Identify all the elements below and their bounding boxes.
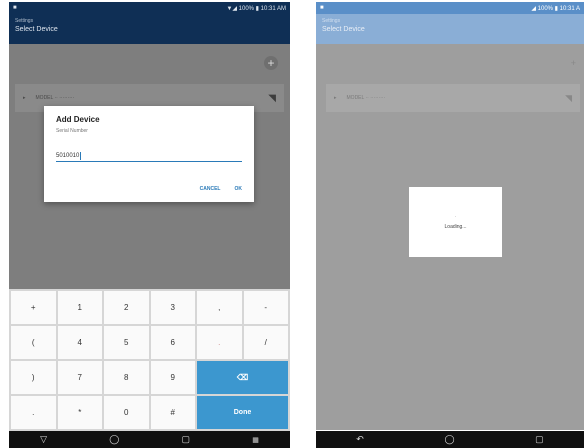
key-7[interactable]: 7 [57,361,102,394]
key-5[interactable]: 5 [104,326,149,359]
dialog-title: Add Device [56,115,100,124]
expand-icon: ▸ [334,95,337,101]
key-9[interactable]: 9 [150,361,195,394]
add-device-screen: ■ ▼◢ 100% ▮ 10:31 AM Settings Select Dev… [9,2,290,448]
key-period[interactable]: . [197,326,242,359]
serial-number-input[interactable]: 5010010 [56,150,242,162]
key-6[interactable]: 6 [150,326,195,359]
recents-icon[interactable]: ▢ [535,434,544,445]
key-open-paren[interactable]: ( [11,326,56,359]
loading-text: Loading... [444,224,467,230]
key-close-paren[interactable]: ) [11,361,56,394]
add-icon[interactable]: + [264,56,278,70]
back-icon[interactable]: ▽ [40,434,47,445]
key-2[interactable]: 2 [104,291,149,324]
serial-number-label: Serial Number [56,128,88,134]
spinner-icon: · [454,214,457,220]
cancel-button[interactable]: CANCEL [200,186,221,192]
app-bar-subtitle: Settings [15,18,34,24]
key-asterisk[interactable]: * [57,396,102,429]
wifi-icon: ◥ [565,92,572,103]
expand-icon: ▸ [23,95,26,101]
serial-number-value: 5010010 [56,152,80,159]
key-plus[interactable]: + [11,291,56,324]
status-text: ▼◢ 100% ▮ 10:31 AM [226,5,286,12]
home-icon[interactable]: ◯ [109,434,119,445]
keyboard-switch-icon[interactable]: ▦ [252,436,259,444]
app-bar: Settings Select Device [9,14,290,44]
key-0[interactable]: 0 [104,396,149,429]
notification-icon: ■ [13,5,17,11]
app-bar-title: Select Device [15,26,58,33]
add-icon: + [570,58,576,68]
key-hash[interactable]: # [150,396,195,429]
nav-bar: ▽ ◯ ▢ ▦ [9,431,290,448]
add-device-dialog: Add Device Serial Number 5010010 CANCEL … [44,106,254,202]
key-1[interactable]: 1 [57,291,102,324]
nav-bar: ↶ ◯ ▢ [316,431,584,448]
numeric-keyboard: + 1 2 3 , - ( 4 5 6 . / ) 7 8 9 ⌫ . * 0 … [9,289,290,431]
key-minus[interactable]: - [243,291,288,324]
home-icon[interactable]: ◯ [444,434,454,445]
key-comma[interactable]: , [197,291,242,324]
loading-screen: ■ ◢ 100% ▮ 10:31 A Settings Select Devic… [316,2,584,448]
app-bar-title: Select Device [322,26,365,33]
key-4[interactable]: 4 [57,326,102,359]
device-row: ▸ MODEL ·· ········· ◥ [326,84,580,112]
key-3[interactable]: 3 [150,291,195,324]
dialog-actions: CANCEL OK [200,186,242,192]
app-bar-subtitle: Settings [322,18,341,24]
ok-button[interactable]: OK [235,186,243,192]
text-caret [80,151,82,160]
device-row-text: MODEL ·· ········· [35,95,75,101]
status-text: ◢ 100% ▮ 10:31 A [531,5,580,12]
key-8[interactable]: 8 [104,361,149,394]
back-icon[interactable]: ↶ [356,434,364,445]
status-bar: ■ ▼◢ 100% ▮ 10:31 AM [9,2,290,14]
device-row-text: MODEL ·· ········· [346,95,386,101]
key-dot[interactable]: . [11,396,56,429]
loading-dialog: · Loading... [409,187,502,257]
done-key[interactable]: Done [197,396,288,429]
notification-icon: ■ [320,5,324,11]
backspace-key[interactable]: ⌫ [197,361,288,394]
wifi-icon: ◥ [268,92,276,104]
status-bar: ■ ◢ 100% ▮ 10:31 A [316,2,584,14]
backspace-icon: ⌫ [236,373,249,382]
recents-icon[interactable]: ▢ [182,434,191,445]
app-bar: Settings Select Device [316,14,584,44]
key-slash[interactable]: / [243,326,288,359]
